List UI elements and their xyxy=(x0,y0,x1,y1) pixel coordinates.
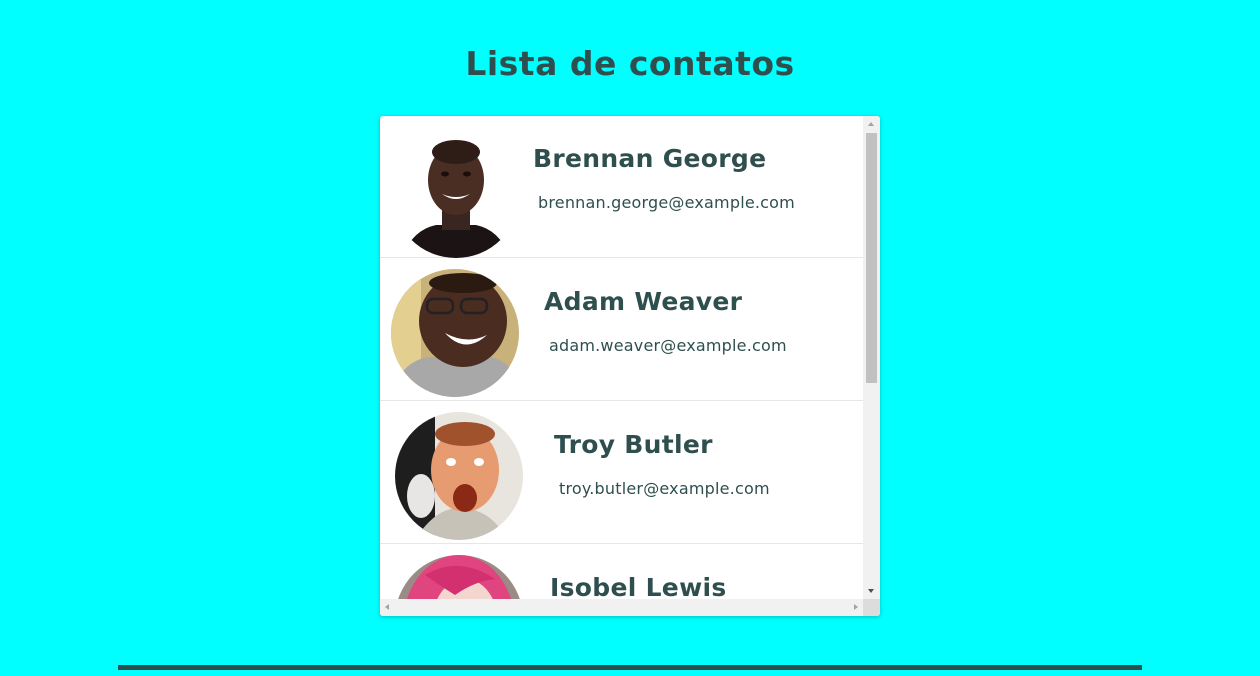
contact-email: troy.butler@example.com xyxy=(559,479,770,498)
vertical-scroll-thumb[interactable] xyxy=(866,133,877,383)
horizontal-scrollbar[interactable] xyxy=(380,599,863,616)
contact-name: Troy Butler xyxy=(554,430,713,459)
contact-item[interactable]: Troy Butler troy.butler@example.com xyxy=(380,402,863,544)
contact-email: brennan.george@example.com xyxy=(538,193,795,212)
vertical-scrollbar[interactable] xyxy=(863,116,880,599)
contact-list-viewport[interactable]: Brennan George brennan.george@example.co… xyxy=(380,116,863,599)
contact-item[interactable]: Brennan George brennan.george@example.co… xyxy=(380,116,863,258)
page-title: Lista de contatos xyxy=(465,44,795,83)
contact-name: Brennan George xyxy=(533,144,767,173)
scroll-up-arrow-icon[interactable] xyxy=(868,122,874,126)
contact-item[interactable]: Adam Weaver adam.weaver@example.com xyxy=(380,259,863,401)
contact-item[interactable]: Isobel Lewis xyxy=(380,545,863,599)
avatar xyxy=(392,130,520,258)
avatar xyxy=(395,555,523,599)
contact-email: adam.weaver@example.com xyxy=(549,336,787,355)
scroll-right-arrow-icon[interactable] xyxy=(854,604,858,610)
avatar-photo xyxy=(391,269,519,397)
avatar xyxy=(391,269,519,397)
avatar-photo xyxy=(395,412,523,540)
avatar xyxy=(395,412,523,540)
contact-name: Isobel Lewis xyxy=(550,573,727,599)
contact-name: Adam Weaver xyxy=(544,287,743,316)
scroll-left-arrow-icon[interactable] xyxy=(385,604,389,610)
avatar-photo xyxy=(395,555,523,599)
contact-list[interactable]: Brennan George brennan.george@example.co… xyxy=(380,116,880,616)
scroll-down-arrow-icon[interactable] xyxy=(868,589,874,593)
footer-divider xyxy=(118,665,1142,670)
avatar-photo xyxy=(392,130,520,258)
scrollbar-corner xyxy=(863,599,880,616)
